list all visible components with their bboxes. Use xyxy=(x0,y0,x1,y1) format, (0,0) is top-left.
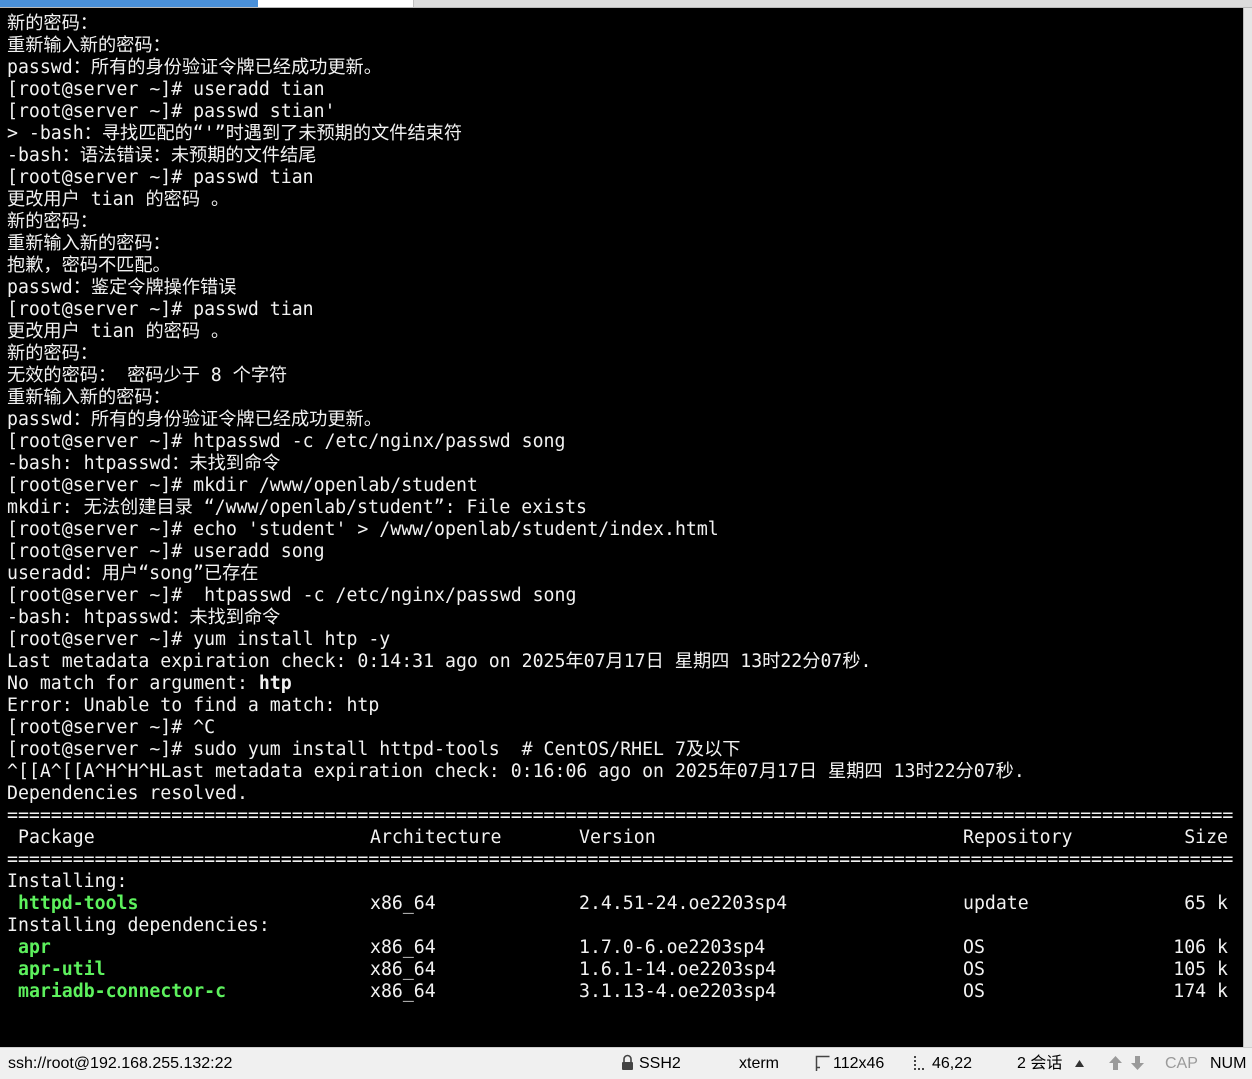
terminal-line: 新的密码： xyxy=(7,343,98,364)
session-tab-strip xyxy=(0,0,1252,8)
terminal-line: -bash: htpasswd：未找到命令 xyxy=(7,453,281,474)
status-bar: ssh://root@192.168.255.132:22 SSH2 xterm… xyxy=(0,1047,1252,1079)
package-version: 2.4.51-24.oe2203sp4 xyxy=(579,893,788,914)
column-header-package: Package xyxy=(18,827,95,848)
package-name: apr xyxy=(18,937,51,958)
terminal-line: [root@server ~]# passwd tian xyxy=(7,299,314,320)
table-row: apr x86_64 1.7.0-6.oe2203sp4 OS 106 k xyxy=(0,937,1243,959)
terminal-line: 新的密码： xyxy=(7,13,98,34)
terminal-line: > -bash：寻找匹配的“'”时遇到了未预期的文件结束符 xyxy=(7,123,463,144)
terminal-line: [root@server ~]# ^C xyxy=(7,717,216,738)
package-name: apr-util xyxy=(18,959,106,980)
column-header-repository: Repository xyxy=(963,827,1073,848)
terminal-line: [root@server ~]# htpasswd -c /etc/nginx/… xyxy=(7,585,577,606)
terminal-line: 新的密码： xyxy=(7,211,98,232)
terminal-line: Dependencies resolved. xyxy=(7,783,248,804)
lock-icon xyxy=(622,1054,633,1070)
terminal-line: mkdir: 无法创建目录 “/www/openlab/student”: Fi… xyxy=(7,497,587,518)
sessions-menu-icon[interactable] xyxy=(1075,1060,1084,1067)
cursor-position-label: 46,22 xyxy=(932,1055,973,1072)
section-label-installing: Installing: xyxy=(7,871,128,892)
terminal-line: -bash: htpasswd：未找到命令 xyxy=(7,607,281,628)
terminal-line: [root@server ~]# htpasswd -c /etc/nginx/… xyxy=(7,431,566,452)
table-row: mariadb-connector-c x86_64 3.1.13-4.oe22… xyxy=(0,981,1243,1003)
terminal-line: [root@server ~]# mkdir /www/openlab/stud… xyxy=(7,475,478,496)
terminal-line: [root@server ~]# yum install htp -y xyxy=(7,629,391,650)
terminal-line: passwd：鉴定令牌操作错误 xyxy=(7,277,237,298)
terminal-line: [root@server ~]# useradd song xyxy=(7,541,325,562)
caps-lock-indicator: CAP xyxy=(1165,1055,1198,1072)
terminal-line-empty xyxy=(0,1025,1243,1047)
no-match-label: No match for argument: xyxy=(7,673,259,694)
terminal-line: 更改用户 tian 的密码 。 xyxy=(7,189,230,210)
package-repository: update xyxy=(963,893,1029,914)
no-match-argument: htp xyxy=(258,673,292,694)
table-header-row: Package Architecture Version Repository … xyxy=(0,827,1243,849)
terminal-line: Last metadata expiration check: 0:14:31 … xyxy=(7,651,872,672)
terminal-line: [root@server ~]# echo 'student' > /www/o… xyxy=(7,519,719,540)
package-size: 174 k xyxy=(1173,981,1228,1002)
terminal-scrollbar[interactable] xyxy=(1243,8,1252,1047)
terminal-line: 抱歉，密码不匹配。 xyxy=(7,255,171,276)
package-arch: x86_64 xyxy=(370,937,436,958)
terminal-size-label: 112x46 xyxy=(833,1055,885,1072)
terminal-line: 重新输入新的密码： xyxy=(7,233,171,254)
terminal-line: Error: Unable to find a match: htp xyxy=(7,695,380,716)
package-repository: OS xyxy=(963,959,985,980)
package-repository: OS xyxy=(963,937,985,958)
terminal-line: 无效的密码： 密码少于 8 个字符 xyxy=(7,365,288,386)
cursor-position-icon xyxy=(914,1056,924,1070)
next-session-icon[interactable] xyxy=(1130,1055,1145,1071)
column-header-architecture: Architecture xyxy=(370,827,502,848)
package-arch: x86_64 xyxy=(370,959,436,980)
terminal-line: useradd：用户“song”已存在 xyxy=(7,563,259,584)
terminal-line: [root@server ~]# passwd tian xyxy=(7,167,314,188)
terminal-line: ^[[A^[[A^H^H^HLast metadata expiration c… xyxy=(7,761,1025,782)
terminal-line: [root@server ~]# passwd stian' xyxy=(7,101,336,122)
terminal-type-label: xterm xyxy=(739,1055,779,1072)
terminal-line: -bash：语法错误：未预期的文件结尾 xyxy=(7,145,317,166)
terminal-line: [root@server ~]# useradd tian xyxy=(7,79,325,100)
package-name: httpd-tools xyxy=(18,893,139,914)
connection-address: ssh://root@192.168.255.132:22 xyxy=(8,1055,233,1072)
package-arch: x86_64 xyxy=(370,981,436,1002)
table-row: httpd-tools x86_64 2.4.51-24.oe2203sp4 u… xyxy=(0,893,1243,915)
session-tab-active[interactable] xyxy=(0,0,258,7)
terminal-output[interactable]: 新的密码： 重新输入新的密码： passwd：所有的身份验证令牌已经成功更新。 … xyxy=(0,8,1243,1047)
column-header-size: Size xyxy=(1184,827,1228,848)
terminal-line: 更改用户 tian 的密码 。 xyxy=(7,321,230,342)
table-separator: ========================================… xyxy=(7,805,1234,826)
package-name: mariadb-connector-c xyxy=(18,981,227,1002)
terminal-line: 重新输入新的密码： xyxy=(7,387,171,408)
terminal-line: [root@server ~]# sudo yum install httpd-… xyxy=(7,739,741,760)
terminal-line: passwd：所有的身份验证令牌已经成功更新。 xyxy=(7,57,382,78)
package-version: 1.7.0-6.oe2203sp4 xyxy=(579,937,766,958)
terminal-window: 新的密码： 重新输入新的密码： passwd：所有的身份验证令牌已经成功更新。 … xyxy=(0,0,1252,1079)
package-version: 1.6.1-14.oe2203sp4 xyxy=(579,959,777,980)
terminal-size-icon xyxy=(815,1055,830,1071)
package-repository: OS xyxy=(963,981,985,1002)
table-separator: ========================================… xyxy=(7,849,1234,870)
terminal-line: passwd：所有的身份验证令牌已经成功更新。 xyxy=(7,409,382,430)
previous-session-icon[interactable] xyxy=(1108,1055,1123,1071)
terminal-line: 重新输入新的密码： xyxy=(7,35,171,56)
sessions-count[interactable]: 2 会话 xyxy=(1017,1048,1062,1079)
session-tab[interactable] xyxy=(258,0,414,7)
protocol-label: SSH2 xyxy=(639,1055,681,1072)
package-size: 105 k xyxy=(1173,959,1228,980)
package-size: 106 k xyxy=(1173,937,1228,958)
num-lock-indicator: NUM xyxy=(1210,1055,1247,1072)
table-row: apr-util x86_64 1.6.1-14.oe2203sp4 OS 10… xyxy=(0,959,1243,981)
terminal-line-empty xyxy=(0,1003,1243,1025)
section-label-dependencies: Installing dependencies: xyxy=(7,915,270,936)
package-version: 3.1.13-4.oe2203sp4 xyxy=(579,981,777,1002)
terminal-line-no-match: No match for argument: htp xyxy=(0,673,1243,695)
package-size: 65 k xyxy=(1184,893,1228,914)
column-header-version: Version xyxy=(579,827,656,848)
package-arch: x86_64 xyxy=(370,893,436,914)
